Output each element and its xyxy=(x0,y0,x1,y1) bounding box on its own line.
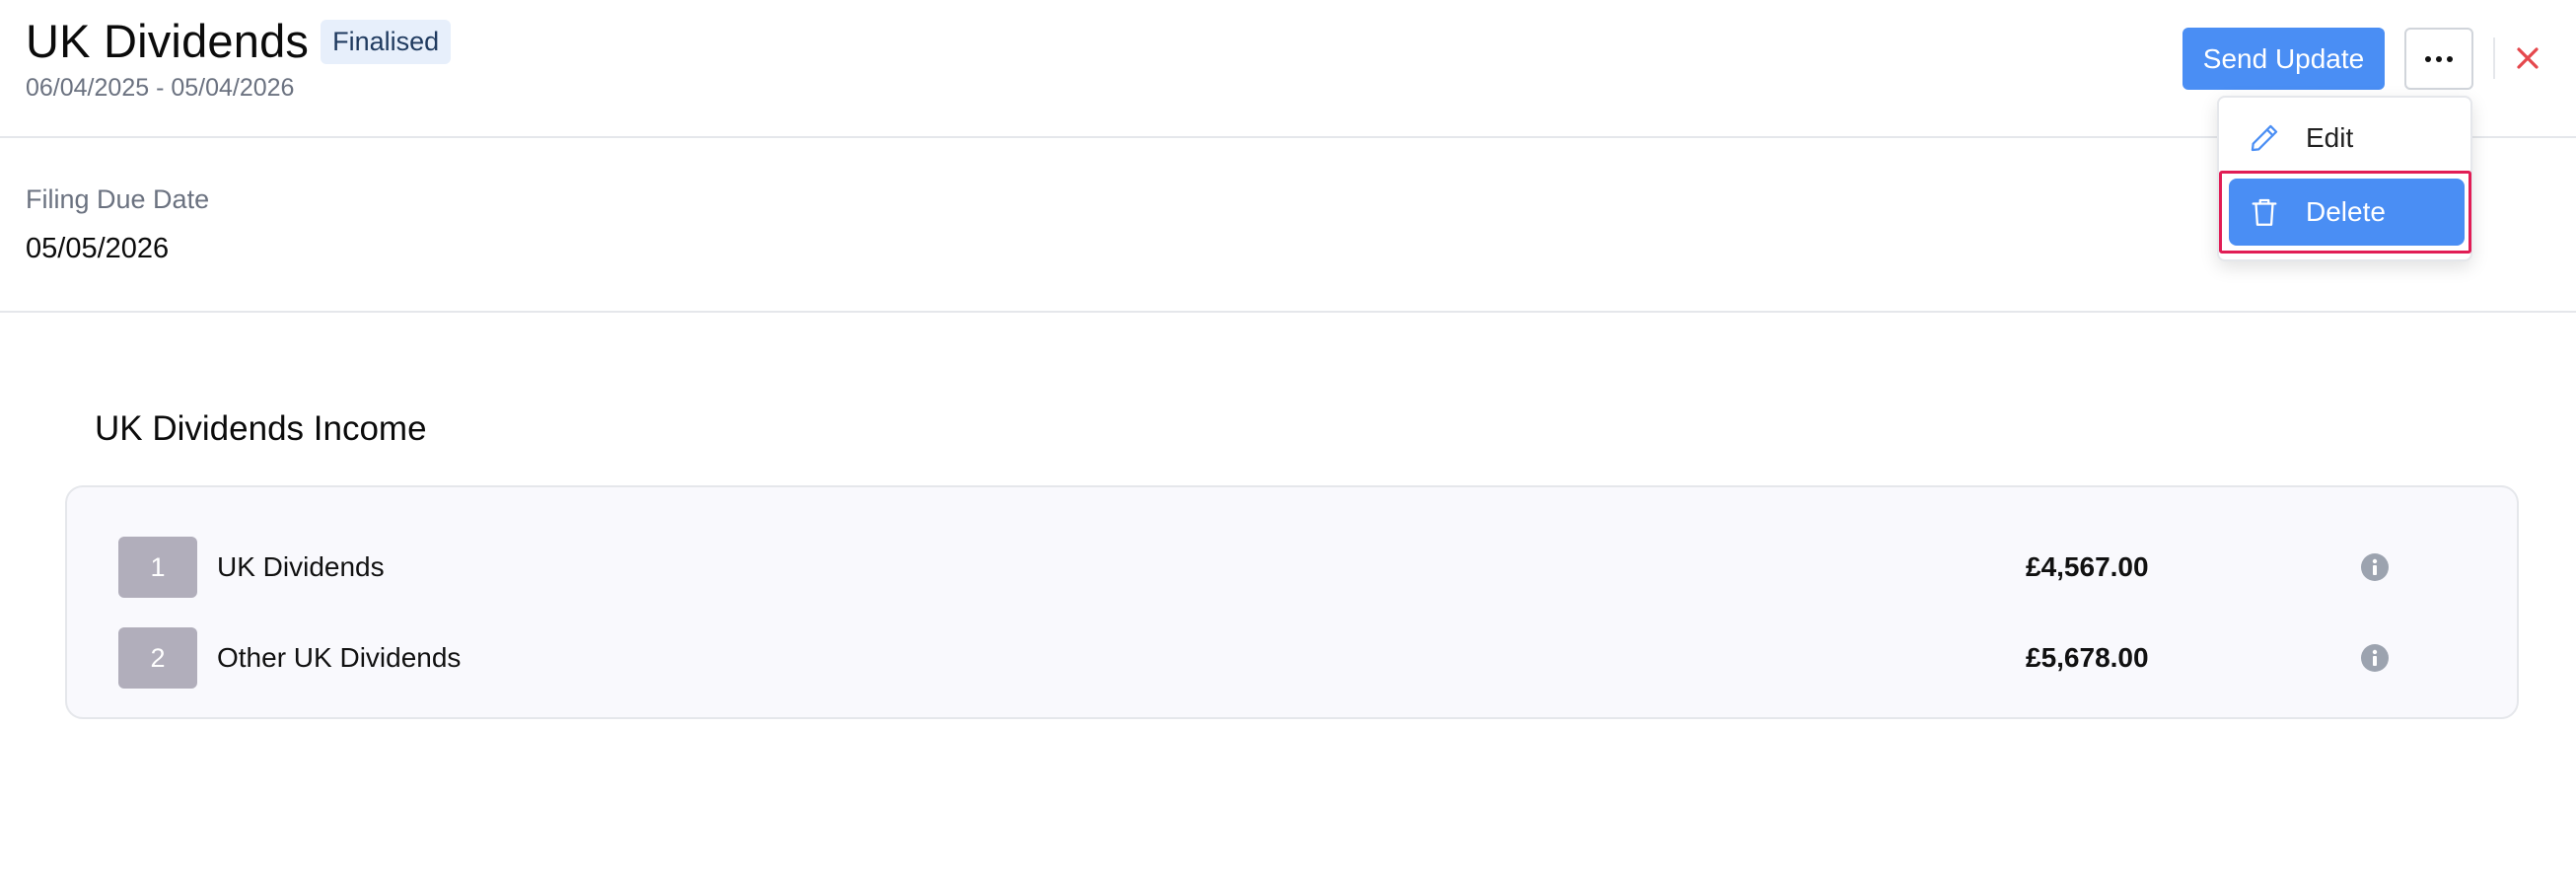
more-options-menu: Edit Delete xyxy=(2217,96,2472,261)
filing-due-label: Filing Due Date xyxy=(26,184,210,214)
row-label: UK Dividends xyxy=(217,551,385,582)
income-row: 1 UK Dividends £4,567.00 xyxy=(118,537,2485,598)
date-range: 06/04/2025 - 05/04/2026 xyxy=(26,74,295,102)
more-options-button[interactable] xyxy=(2404,28,2473,90)
info-icon[interactable] xyxy=(2360,552,2390,582)
pencil-icon xyxy=(2245,118,2284,158)
menu-item-label: Edit xyxy=(2306,122,2354,153)
info-icon[interactable] xyxy=(2360,643,2390,673)
status-badge: Finalised xyxy=(321,20,452,64)
close-button[interactable] xyxy=(2509,39,2546,77)
income-section-title: UK Dividends Income xyxy=(95,409,427,448)
filing-due-value: 05/05/2026 xyxy=(26,233,170,264)
trash-icon xyxy=(2245,192,2284,232)
row-amount: £4,567.00 xyxy=(2026,551,2149,582)
row-amount: £5,678.00 xyxy=(2026,642,2149,673)
page-title: UK Dividends xyxy=(26,15,310,67)
title-row: UK Dividends Finalised xyxy=(26,14,452,68)
row-number: 1 xyxy=(118,537,197,598)
row-label: Other UK Dividends xyxy=(217,642,462,673)
close-icon xyxy=(2517,47,2539,69)
income-card: 1 UK Dividends £4,567.00 2 Other UK Divi… xyxy=(65,485,2519,719)
menu-item-delete[interactable]: Delete xyxy=(2229,179,2465,246)
page: UK Dividends Finalised 06/04/2025 - 05/0… xyxy=(0,0,2576,874)
header: UK Dividends Finalised 06/04/2025 - 05/0… xyxy=(0,0,2576,138)
header-divider xyxy=(2493,37,2495,79)
row-number: 2 xyxy=(118,627,197,689)
send-update-button[interactable]: Send Update xyxy=(2182,28,2385,90)
income-row: 2 Other UK Dividends £5,678.00 xyxy=(118,627,2485,689)
filing-due-section: Filing Due Date 05/05/2026 xyxy=(0,138,2576,313)
more-horizontal-icon xyxy=(2425,55,2453,62)
menu-item-label: Delete xyxy=(2306,196,2386,227)
menu-item-edit[interactable]: Edit xyxy=(2229,105,2465,172)
